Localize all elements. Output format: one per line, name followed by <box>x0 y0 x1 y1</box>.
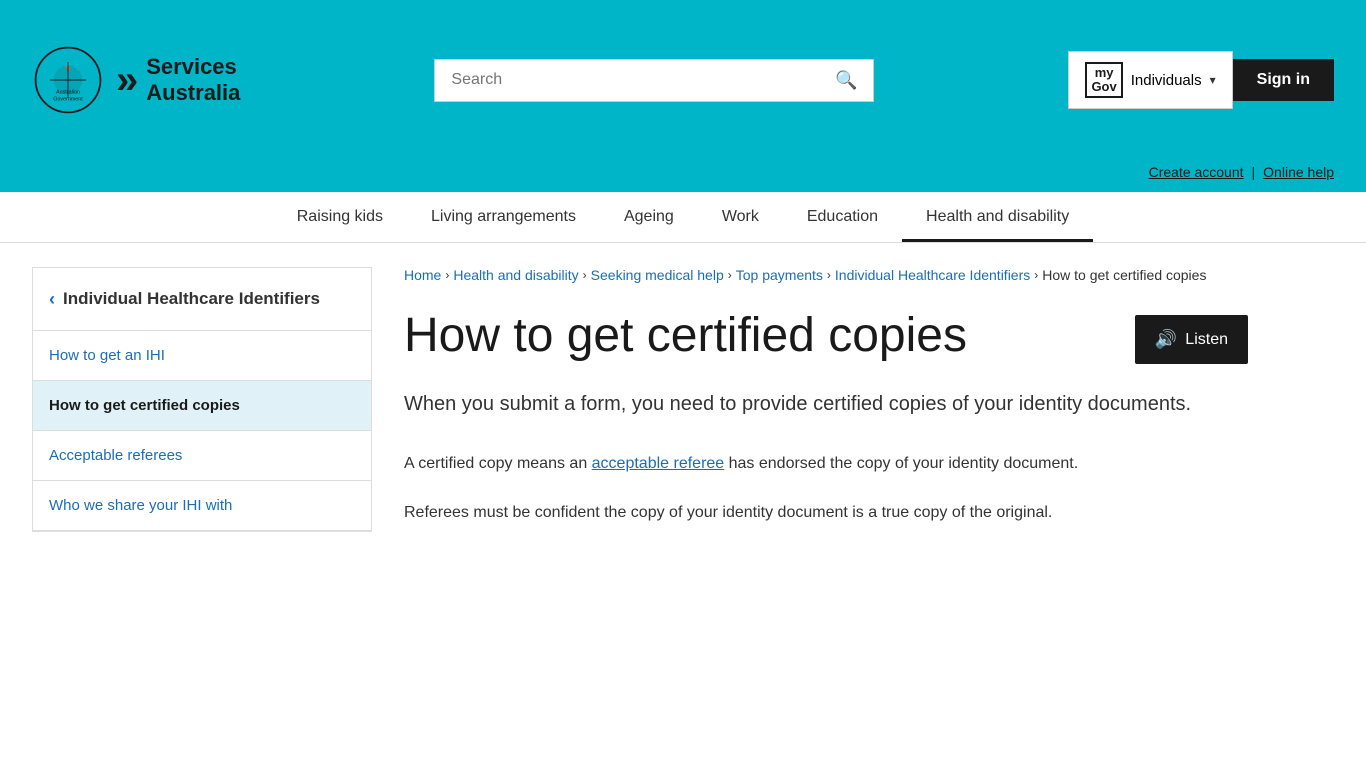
svg-text:Government: Government <box>53 97 83 103</box>
individuals-label: Individuals <box>1131 72 1202 89</box>
breadcrumb-health[interactable]: Health and disability <box>453 267 578 283</box>
site-header: 🦘 Australian Government » Services Austr… <box>0 0 1366 160</box>
nav-link-education[interactable]: Education <box>783 192 902 242</box>
sidebar-link-acceptable-referees[interactable]: Acceptable referees <box>33 431 371 480</box>
signin-button[interactable]: Sign in <box>1233 59 1334 101</box>
sidebar-item-certified-copies: How to get certified copies <box>33 381 371 431</box>
nav-item-education: Education <box>783 192 902 242</box>
sidebar-title: Individual Healthcare Identifiers <box>63 288 320 310</box>
breadcrumb-home[interactable]: Home <box>404 267 441 283</box>
breadcrumb-seeking[interactable]: Seeking medical help <box>591 267 724 283</box>
breadcrumb-chevron-2: › <box>583 268 587 282</box>
breadcrumb-chevron-1: › <box>445 268 449 282</box>
main-content: Home › Health and disability › Seeking m… <box>404 267 1264 550</box>
services-australia-logo: » Services Australia <box>116 54 240 107</box>
create-account-link[interactable]: Create account <box>1149 164 1244 180</box>
nav-link-raising-kids[interactable]: Raising kids <box>273 192 407 242</box>
para1-suffix: has endorsed the copy of your identity d… <box>724 455 1078 472</box>
search-input[interactable] <box>451 71 827 89</box>
nav-link-health[interactable]: Health and disability <box>902 192 1093 242</box>
search-icon: 🔍 <box>835 70 857 91</box>
nav-list: Raising kids Living arrangements Ageing … <box>273 192 1093 242</box>
breadcrumb-chevron-4: › <box>827 268 831 282</box>
speaker-icon: 🔊 <box>1155 329 1177 350</box>
para1-prefix: A certified copy means an <box>404 455 592 472</box>
acceptable-referee-link[interactable]: acceptable referee <box>592 455 725 472</box>
breadcrumb-top-payments[interactable]: Top payments <box>736 267 823 283</box>
main-navigation: Raising kids Living arrangements Ageing … <box>0 192 1366 243</box>
nav-item-work: Work <box>698 192 783 242</box>
nav-link-work[interactable]: Work <box>698 192 783 242</box>
sidebar-link-certified-copies[interactable]: How to get certified copies <box>33 381 371 430</box>
breadcrumb-ihi[interactable]: Individual Healthcare Identifiers <box>835 267 1030 283</box>
nav-item-ageing: Ageing <box>600 192 698 242</box>
listen-button[interactable]: 🔊 Listen <box>1135 315 1248 364</box>
body-paragraph-1: A certified copy means an acceptable ref… <box>404 451 1264 477</box>
breadcrumb-chevron-3: › <box>728 268 732 282</box>
back-arrow-icon[interactable]: ‹ <box>49 289 55 310</box>
mygov-logo-icon: myGov <box>1085 62 1122 99</box>
sidebar-item-how-to-get-ihi: How to get an IHI <box>33 331 371 381</box>
chevron-down-icon: ▾ <box>1210 73 1216 87</box>
link-divider: | <box>1252 164 1256 180</box>
sidebar-header: ‹ Individual Healthcare Identifiers <box>33 268 371 331</box>
sidebar-items-list: How to get an IHI How to get certified c… <box>33 331 371 531</box>
svg-text:Australian: Australian <box>56 90 80 96</box>
nav-link-living-arrangements[interactable]: Living arrangements <box>407 192 600 242</box>
sidebar-item-acceptable-referees: Acceptable referees <box>33 431 371 481</box>
services-text: Services Australia <box>146 54 240 107</box>
online-help-link[interactable]: Online help <box>1263 164 1334 180</box>
intro-paragraph: When you submit a form, you need to prov… <box>404 389 1264 419</box>
sidebar-link-who-we-share[interactable]: Who we share your IHI with <box>33 481 371 530</box>
search-area: 🔍 <box>434 59 874 102</box>
page-title-area: How to get certified copies 🔊 Listen <box>404 307 1264 365</box>
nav-item-health: Health and disability <box>902 192 1093 242</box>
listen-label: Listen <box>1185 331 1228 349</box>
logo-area: 🦘 Australian Government » Services Austr… <box>32 44 240 116</box>
arrows-icon: » <box>116 60 138 100</box>
header-links: Create account | Online help <box>0 160 1366 192</box>
sidebar: ‹ Individual Healthcare Identifiers How … <box>32 267 372 532</box>
body-paragraph-2: Referees must be confident the copy of y… <box>404 500 1264 526</box>
gov-crest-icon: 🦘 Australian Government <box>32 44 104 116</box>
nav-item-raising-kids: Raising kids <box>273 192 407 242</box>
breadcrumb: Home › Health and disability › Seeking m… <box>404 267 1264 283</box>
content-wrapper: ‹ Individual Healthcare Identifiers How … <box>0 243 1366 574</box>
nav-item-living-arrangements: Living arrangements <box>407 192 600 242</box>
search-box[interactable]: 🔍 <box>434 59 874 102</box>
sidebar-item-who-we-share: Who we share your IHI with <box>33 481 371 531</box>
breadcrumb-current: How to get certified copies <box>1042 267 1206 283</box>
nav-link-ageing[interactable]: Ageing <box>600 192 698 242</box>
breadcrumb-chevron-5: › <box>1034 268 1038 282</box>
sidebar-link-how-to-get-ihi[interactable]: How to get an IHI <box>33 331 371 380</box>
mygov-dropdown[interactable]: myGov Individuals ▾ <box>1068 51 1232 110</box>
right-actions: myGov Individuals ▾ Sign in <box>1068 51 1334 110</box>
